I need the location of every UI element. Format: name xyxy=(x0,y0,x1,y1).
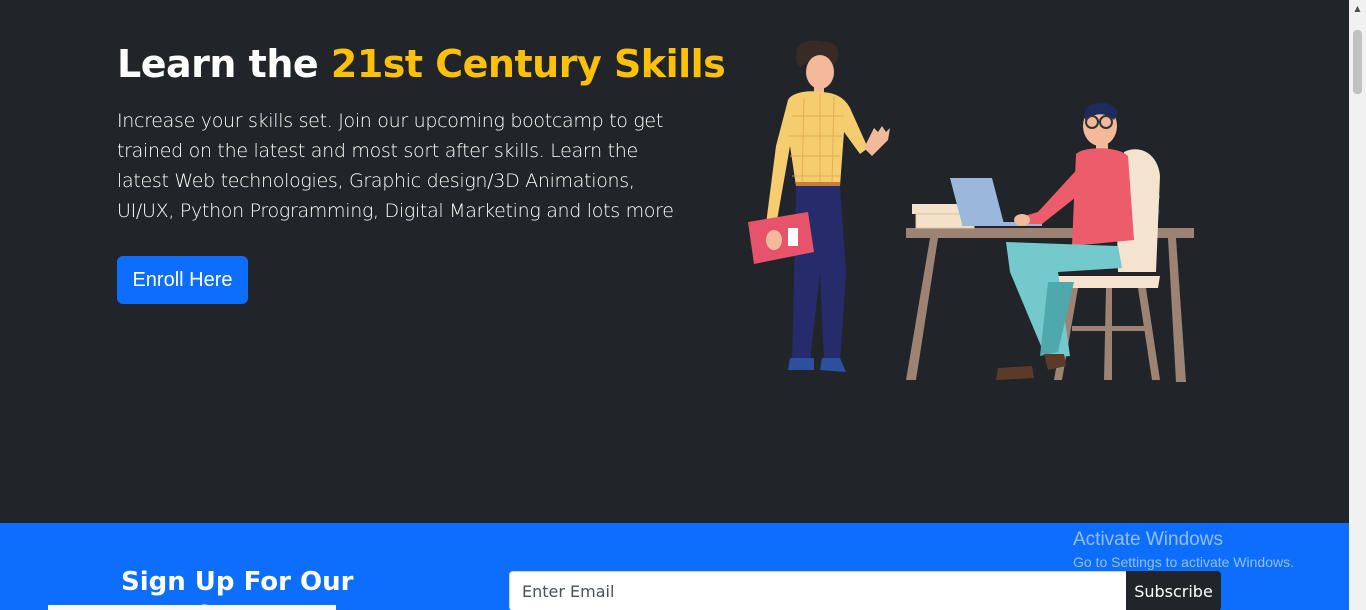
next-section-edge xyxy=(48,605,336,610)
hero-title-prefix: Learn the xyxy=(117,42,331,86)
subscribe-button[interactable]: Subscribe xyxy=(1126,571,1221,610)
scroll-up-arrow-icon[interactable]: ▲ xyxy=(1349,0,1366,17)
page-scrollbar[interactable]: ▲ xyxy=(1349,0,1366,610)
newsletter-title: Sign Up For Our Newsletter xyxy=(121,567,354,610)
hero-title: Learn the 21st Century Skills xyxy=(117,42,726,86)
standing-person-figure xyxy=(748,40,890,372)
email-input[interactable] xyxy=(509,571,1127,610)
enroll-button[interactable]: Enroll Here xyxy=(117,256,248,304)
scroll-thumb[interactable] xyxy=(1353,30,1362,94)
hero-section: Learn the 21st Century Skills Increase y… xyxy=(0,0,1349,523)
hero-title-accent: 21st Century Skills xyxy=(330,42,726,86)
activate-windows-watermark: Activate Windows Go to Settings to activ… xyxy=(1073,529,1294,571)
seated-person-figure xyxy=(996,102,1134,380)
hero-description: Increase your skills set. Join our upcom… xyxy=(117,110,674,222)
watermark-title: Activate Windows xyxy=(1073,529,1223,550)
people-working-illustration xyxy=(748,40,1194,382)
watermark-subtitle: Go to Settings to activate Windows. xyxy=(1073,554,1294,570)
